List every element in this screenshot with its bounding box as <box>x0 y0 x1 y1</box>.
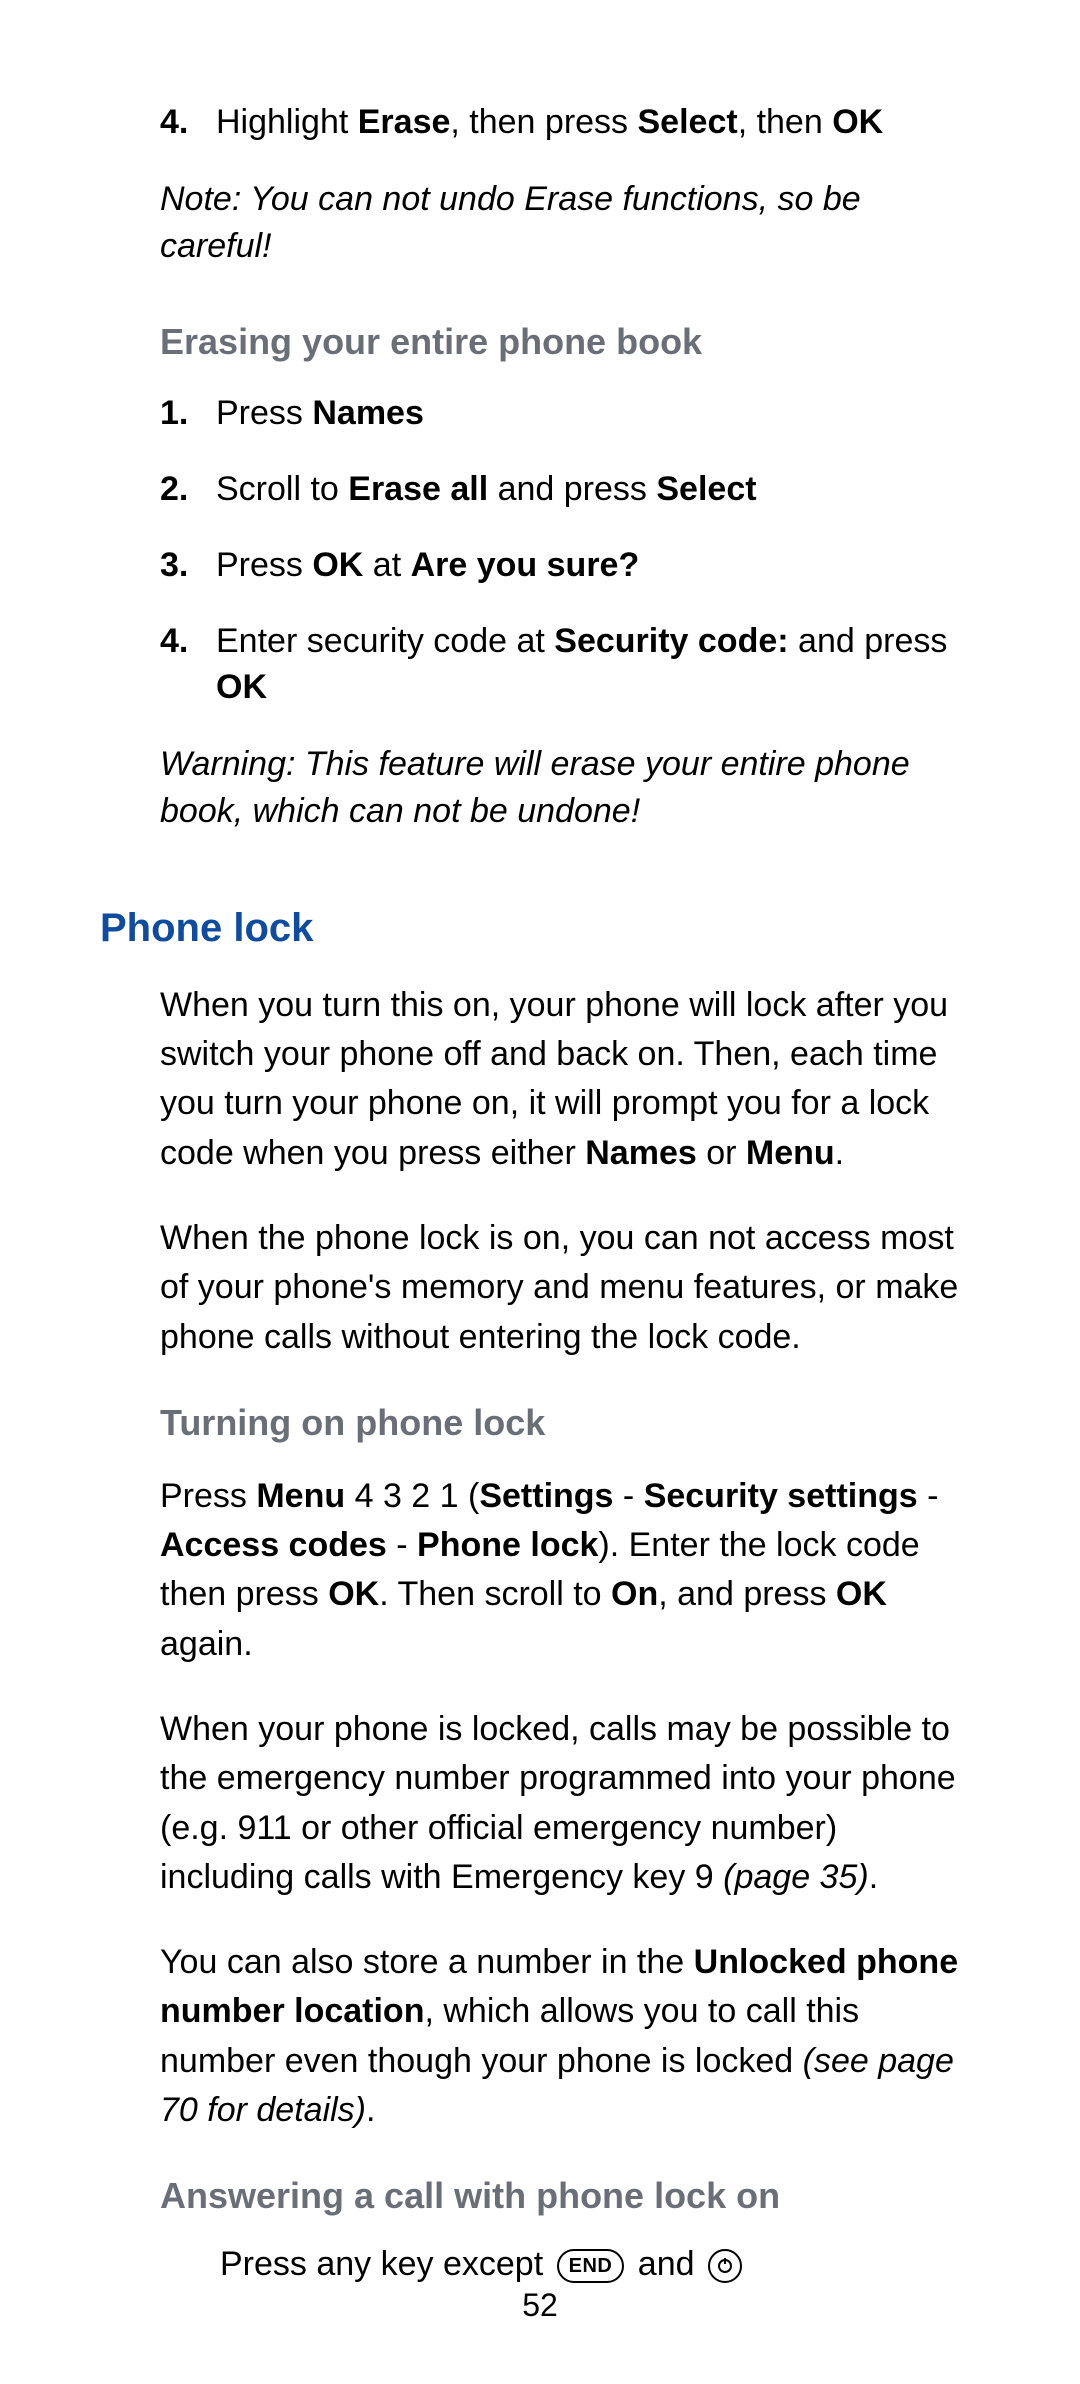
list-item: 4. Enter security code at Security code:… <box>160 619 980 711</box>
text: . <box>835 1134 844 1172</box>
note-text: Note: You can not undo Erase functions, … <box>160 176 980 271</box>
bold-word: Settings <box>479 1477 613 1515</box>
bold-word: Security settings <box>644 1477 918 1515</box>
subheading: Turning on phone lock <box>160 1402 980 1444</box>
text: You can also store a number in the <box>160 1943 694 1981</box>
list-number: 4. <box>160 100 216 146</box>
text: Enter security code at <box>216 622 554 660</box>
text: and <box>638 2245 704 2283</box>
list-item: 4. Highlight Erase, then press Select, t… <box>160 100 980 146</box>
list-text: Enter security code at Security code: an… <box>216 619 980 711</box>
list-item: 3. Press OK at Are you sure? <box>160 543 980 589</box>
erase-section: Erasing your entire phone book 1. Press … <box>160 321 980 836</box>
text: Press <box>216 394 312 432</box>
bold-word: Access codes <box>160 1526 387 1564</box>
bold-word: OK <box>836 1575 887 1613</box>
phone-lock-body: When you turn this on, your phone will l… <box>160 981 980 1362</box>
paragraph: Press Menu 4 3 2 1 (Settings - Security … <box>160 1472 980 1669</box>
text: . <box>869 1858 878 1896</box>
bold-word: Names <box>312 394 424 432</box>
bold-word: OK <box>328 1575 379 1613</box>
text: at <box>363 546 410 584</box>
power-icon <box>718 2259 732 2273</box>
text: Press <box>160 1477 256 1515</box>
answer-instruction: Press any key except END and <box>220 2245 980 2284</box>
text: , then press <box>450 103 637 141</box>
bold-word: OK <box>312 546 363 584</box>
text: - <box>613 1477 643 1515</box>
section-heading-phone-lock: Phone lock <box>100 906 980 951</box>
end-key-icon: END <box>557 2249 625 2283</box>
text: and press <box>789 622 948 660</box>
list-number: 1. <box>160 391 216 437</box>
text: or <box>697 1134 746 1172</box>
bold-word: OK <box>216 668 267 706</box>
text: - <box>387 1526 417 1564</box>
warning-text: Warning: This feature will erase your en… <box>160 741 980 836</box>
bold-word: Erase all <box>348 470 488 508</box>
paragraph: You can also store a number in the Unloc… <box>160 1938 980 2135</box>
turn-on-section: Turning on phone lock Press Menu 4 3 2 1… <box>160 1402 980 2136</box>
text: Scroll to <box>216 470 348 508</box>
list-item: 2. Scroll to Erase all and press Select <box>160 467 980 513</box>
bold-word: Menu <box>746 1134 835 1172</box>
text: again. <box>160 1625 253 1663</box>
manual-page: 4. Highlight Erase, then press Select, t… <box>0 0 1080 2384</box>
list-text: Scroll to Erase all and press Select <box>216 467 980 513</box>
list-number: 4. <box>160 619 216 711</box>
text: 4 3 2 1 ( <box>345 1477 479 1515</box>
list-number: 3. <box>160 543 216 589</box>
bold-word: Select <box>638 103 738 141</box>
bold-word: Menu <box>256 1477 345 1515</box>
text: and press <box>488 470 656 508</box>
text: Press any key except <box>220 2245 553 2283</box>
bold-word: Names <box>585 1134 697 1172</box>
list-number: 2. <box>160 467 216 513</box>
bold-word: Security code: <box>554 622 788 660</box>
text: , then <box>738 103 833 141</box>
text: - <box>918 1477 939 1515</box>
list-item: 1. Press Names <box>160 391 980 437</box>
subheading: Erasing your entire phone book <box>160 321 980 363</box>
paragraph: When your phone is locked, calls may be … <box>160 1705 980 1902</box>
answer-section: Answering a call with phone lock on Pres… <box>160 2175 980 2284</box>
page-reference: (page 35) <box>723 1858 869 1896</box>
list-text: Press Names <box>216 391 980 437</box>
text: Highlight <box>216 103 358 141</box>
page-number: 52 <box>0 2287 1080 2324</box>
text: . Then scroll to <box>379 1575 611 1613</box>
text: . <box>366 2091 375 2129</box>
text: , and press <box>658 1575 836 1613</box>
paragraph: When you turn this on, your phone will l… <box>160 981 980 1178</box>
bold-word: Select <box>656 470 756 508</box>
paragraph: When the phone lock is on, you can not a… <box>160 1214 980 1362</box>
bold-word: Phone lock <box>417 1526 598 1564</box>
list-text: Highlight Erase, then press Select, then… <box>216 100 980 146</box>
power-key-icon <box>708 2249 742 2283</box>
subheading: Answering a call with phone lock on <box>160 2175 980 2217</box>
bold-word: Erase <box>358 103 451 141</box>
step-4-block: 4. Highlight Erase, then press Select, t… <box>160 100 980 271</box>
bold-word: OK <box>832 103 883 141</box>
list-text: Press OK at Are you sure? <box>216 543 980 589</box>
text: Press <box>216 546 312 584</box>
bold-word: Are you sure? <box>411 546 640 584</box>
bold-word: On <box>611 1575 658 1613</box>
